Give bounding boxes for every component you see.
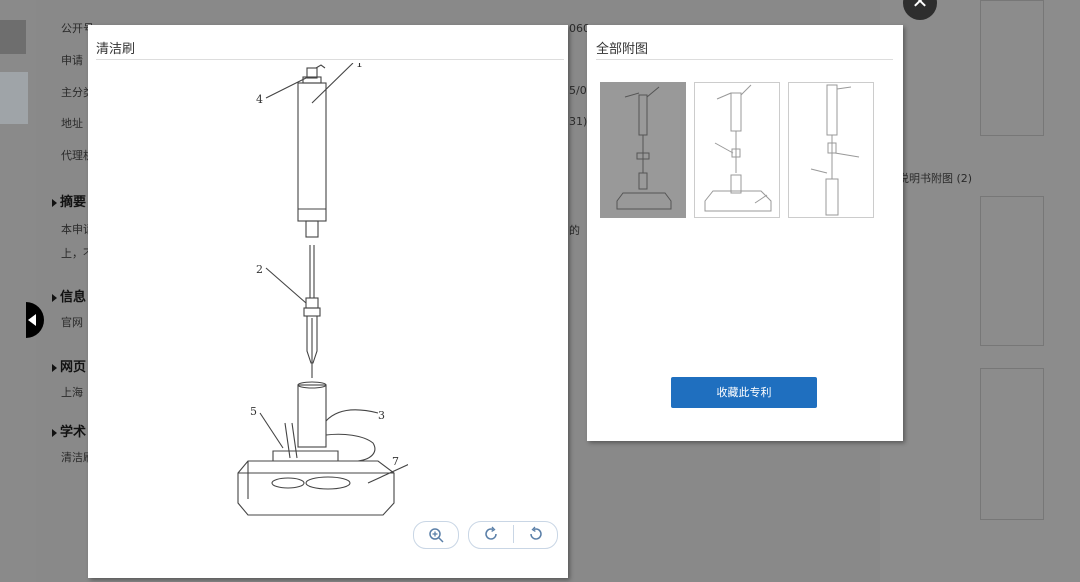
callout-label: 1 <box>356 63 363 70</box>
gallery-title: 全部附图 <box>596 42 649 57</box>
callout-label: 5 <box>250 405 257 418</box>
side-thumbnail[interactable] <box>980 196 1044 346</box>
drawing-thumbnail-selected[interactable] <box>600 82 686 218</box>
section-info: 信息 <box>52 286 86 305</box>
web-text: 上海 <box>61 386 83 399</box>
rotate-controls <box>468 521 558 549</box>
zoom-in-button[interactable] <box>413 521 459 549</box>
left-sidebar <box>0 0 36 582</box>
section-web: 网页 <box>52 356 86 375</box>
rotate-right-button[interactable] <box>469 522 513 546</box>
rotate-counterclockwise-icon <box>529 526 542 540</box>
sidebar-tab-1[interactable] <box>0 20 26 54</box>
patent-drawing: 1 2 3 4 5 7 <box>237 63 408 516</box>
callout-label: 7 <box>392 455 399 468</box>
thumbnail-drawing <box>704 84 772 212</box>
zoom-in-icon <box>429 527 444 543</box>
section-academic: 学术 <box>52 421 86 440</box>
side-thumbnail[interactable] <box>980 0 1044 136</box>
bg-fragment: 5/0 <box>569 84 587 97</box>
collapse-left-icon <box>28 314 36 326</box>
collect-patent-button[interactable]: 收藏此专利 <box>671 377 817 408</box>
callout-label: 3 <box>378 409 385 422</box>
viewer-title: 清洁刷 <box>96 42 136 57</box>
rotate-left-button[interactable] <box>514 522 557 546</box>
bg-fragment: 31) <box>569 115 588 128</box>
rotate-clockwise-icon <box>485 526 497 540</box>
section-abstract: 摘要 <box>52 191 86 210</box>
bg-fragment: 的 <box>569 224 580 237</box>
callout-label: 2 <box>256 263 263 276</box>
patent-detail-page: 公开号 申请 主分类 地址 代理机构 摘要 本申请 上，不 信息 官网 网页 上… <box>0 0 1080 582</box>
callout-label: 4 <box>256 93 263 106</box>
drawing-thumbnail[interactable] <box>788 82 874 218</box>
bg-row-label: 地址 <box>61 117 83 130</box>
drawings-label: 说明书附图 (2) <box>898 172 973 185</box>
divider <box>96 59 564 60</box>
bg-row-label: 申请 <box>61 54 83 67</box>
drawing-thumbnail[interactable] <box>694 82 780 218</box>
side-thumbnail[interactable] <box>980 368 1044 520</box>
thumbnail-drawing <box>810 84 860 216</box>
thumbnail-drawing <box>616 86 672 210</box>
image-viewer: 清洁刷 1 2 3 4 5 7 <box>88 25 568 578</box>
divider <box>596 59 893 60</box>
all-drawings-panel: 全部附图 收藏此专利 <box>587 25 903 441</box>
sidebar-tab-2[interactable] <box>0 72 28 124</box>
info-text: 官网 <box>61 316 83 329</box>
